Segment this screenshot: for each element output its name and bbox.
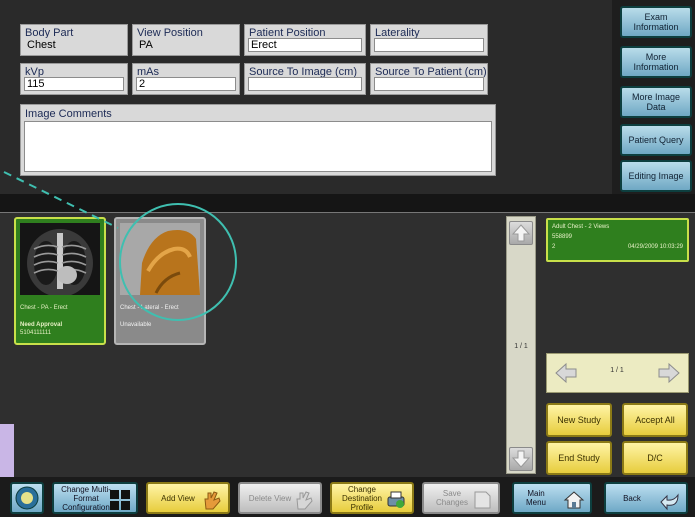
annotation-circle [119,203,237,321]
annotation-dashed-line [3,171,119,229]
annotation-overlay [3,171,237,321]
